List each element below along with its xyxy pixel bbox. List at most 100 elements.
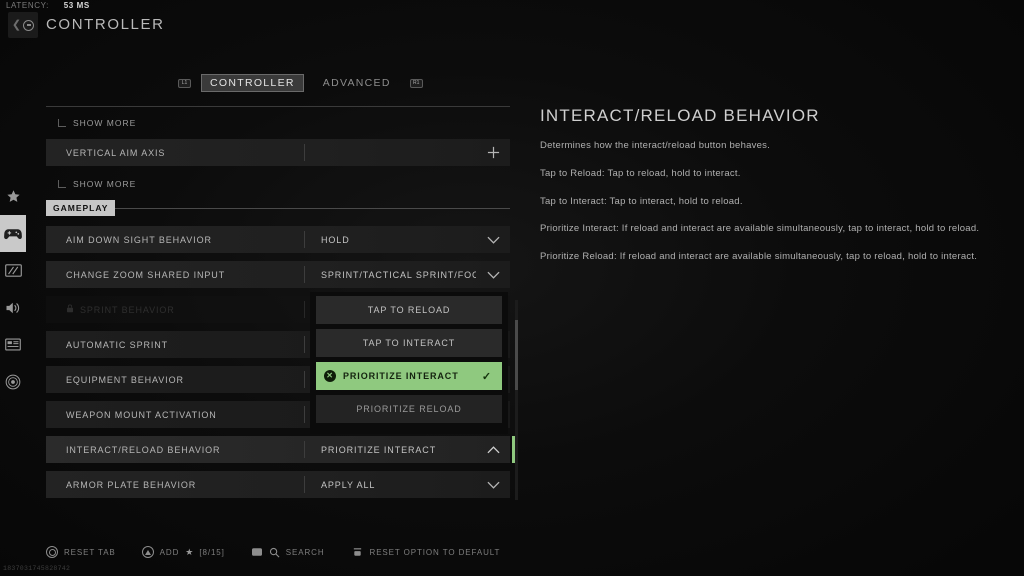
sidebar-item-favorites[interactable] <box>0 178 26 215</box>
scrollbar-thumb[interactable] <box>515 320 518 390</box>
plus-icon[interactable] <box>476 146 510 159</box>
setting-label: VERTICAL AIM AXIS <box>66 147 166 158</box>
info-panel: INTERACT/RELOAD BEHAVIOR Determines how … <box>540 106 992 279</box>
game-settings-screen: LATENCY: 53 MS ❮ CONTROLLER L1 CONTROLLE… <box>0 0 1024 576</box>
info-paragraph: Determines how the interact/reload butto… <box>540 140 771 151</box>
circle-button-icon <box>23 19 35 31</box>
dropdown-option-label: PRIORITIZE INTERACT <box>343 371 459 381</box>
dropdown-option-label: TAP TO RELOAD <box>367 305 451 315</box>
section-chip: GAMEPLAY <box>46 200 116 216</box>
show-more-label: SHOW MORE <box>73 118 137 128</box>
setting-label: CHANGE ZOOM SHARED INPUT <box>66 269 226 280</box>
sidebar-item-graphics[interactable] <box>0 252 26 289</box>
latency-label: LATENCY: <box>6 1 49 10</box>
accessibility-icon <box>5 374 21 389</box>
sidebar-item-accessibility[interactable] <box>0 363 26 400</box>
tab-bar: L1 CONTROLLER ADVANCED R1 <box>178 74 423 92</box>
setting-value: APPLY ALL <box>321 479 376 490</box>
sidebar-item-interface[interactable] <box>0 326 26 363</box>
dropdown-menu: TAP TO RELOAD TAP TO INTERACT ✕ PRIORITI… <box>310 292 508 434</box>
reset-option-label: RESET OPTION TO DEFAULT <box>369 547 501 557</box>
display-icon <box>4 264 22 277</box>
add-count: [8/15] <box>199 547 225 557</box>
setting-label: SPRINT BEHAVIOR <box>46 304 304 315</box>
reset-tab-button[interactable]: RESET TAB <box>46 546 116 558</box>
setting-label: INTERACT/RELOAD BEHAVIOR <box>66 444 221 455</box>
chevron-up-icon[interactable] <box>476 445 510 454</box>
row-divider <box>304 336 305 353</box>
star-icon <box>6 190 20 202</box>
chevron-down-icon[interactable] <box>476 236 510 244</box>
row-divider <box>304 144 305 161</box>
search-button[interactable]: SEARCH <box>251 547 325 558</box>
section-rule <box>115 207 510 209</box>
list-top-divider <box>46 106 510 107</box>
page-title: CONTROLLER <box>46 16 165 33</box>
search-label: SEARCH <box>285 547 325 557</box>
lock-icon <box>67 304 73 313</box>
dropdown-option-prioritize-interact[interactable]: ✕ PRIORITIZE INTERACT ✓ <box>316 362 502 390</box>
right-bumper-icon: R1 <box>409 78 423 88</box>
setting-label: AUTOMATIC SPRINT <box>66 339 169 350</box>
show-more-2[interactable]: SHOW MORE <box>46 174 510 194</box>
sidebar-item-audio[interactable] <box>0 289 26 326</box>
setting-label-text: SPRINT BEHAVIOR <box>80 305 175 315</box>
elbow-icon <box>58 180 66 188</box>
chevron-down-icon[interactable] <box>476 271 510 279</box>
sidebar-item-controller[interactable] <box>0 215 26 252</box>
category-rail <box>0 178 26 400</box>
dropdown-option-label: TAP TO INTERACT <box>362 338 456 348</box>
setting-label: WEAPON MOUNT ACTIVATION <box>66 409 217 420</box>
info-paragraph: Tap to Interact: Tap to interact, hold t… <box>540 195 743 207</box>
tab-advanced[interactable]: ADVANCED <box>314 74 400 92</box>
info-paragraph: Prioritize Interact: If reload and inter… <box>540 223 980 235</box>
star-icon: ★ <box>185 546 194 557</box>
gamepad-icon <box>4 229 22 240</box>
chevron-left-icon: ❮ <box>11 18 22 31</box>
info-paragraph: Prioritize Reload: If reload and interac… <box>540 251 978 263</box>
setting-value: PRIORITIZE INTERACT <box>321 444 437 455</box>
table-row[interactable]: AIM DOWN SIGHT BEHAVIOR HOLD <box>46 226 510 253</box>
setting-label: ARMOR PLATE BEHAVIOR <box>66 479 197 490</box>
list-scrollbar[interactable] <box>515 300 518 500</box>
table-row-selected[interactable]: INTERACT/RELOAD BEHAVIOR PRIORITIZE INTE… <box>46 436 517 463</box>
dropdown-option-tap-to-interact[interactable]: TAP TO INTERACT <box>316 329 502 357</box>
circle-button-icon <box>46 546 58 558</box>
watermark: 1837031745828742 <box>3 565 71 572</box>
dropdown-option-tap-to-reload[interactable]: TAP TO RELOAD <box>316 296 502 324</box>
search-icon <box>269 547 280 557</box>
triangle-button-icon <box>141 546 154 558</box>
chevron-down-icon[interactable] <box>476 481 510 489</box>
tab-controller[interactable]: CONTROLLER <box>201 74 304 92</box>
row-divider <box>304 301 305 318</box>
table-row[interactable]: CHANGE ZOOM SHARED INPUT SPRINT/TACTICAL… <box>46 261 510 288</box>
dpad-down-icon <box>353 547 361 556</box>
add-label: ADD <box>159 547 180 557</box>
dropdown-option-prioritize-reload[interactable]: PRIORITIZE RELOAD <box>316 395 502 423</box>
dropdown-option-label: PRIORITIZE RELOAD <box>356 404 462 414</box>
section-header-gameplay: GAMEPLAY <box>46 200 510 216</box>
setting-value: HOLD <box>321 234 350 245</box>
add-favorite-button[interactable]: ADD ★ [8/15] <box>141 546 225 558</box>
table-row[interactable]: ARMOR PLATE BEHAVIOR APPLY ALL <box>46 471 510 498</box>
info-title: INTERACT/RELOAD BEHAVIOR <box>540 106 820 125</box>
x-button-icon: ✕ <box>324 370 336 382</box>
interface-icon <box>5 338 21 351</box>
check-icon: ✓ <box>481 370 492 383</box>
show-more-1[interactable]: SHOW MORE <box>46 113 510 133</box>
setting-value: SPRINT/TACTICAL SPRINT/FOCUS <box>321 269 476 280</box>
setting-label: AIM DOWN SIGHT BEHAVIOR <box>66 234 212 245</box>
touchpad-icon <box>251 548 262 556</box>
latency-indicator: LATENCY: 53 MS <box>6 1 90 10</box>
show-more-label: SHOW MORE <box>73 179 137 189</box>
table-row[interactable]: VERTICAL AIM AXIS <box>46 139 510 166</box>
row-divider <box>304 371 305 388</box>
latency-value: 53 MS <box>63 1 90 10</box>
info-paragraph: Tap to Reload: Tap to reload, hold to in… <box>540 167 741 179</box>
row-divider <box>304 406 305 423</box>
reset-option-button[interactable]: RESET OPTION TO DEFAULT <box>351 547 501 558</box>
elbow-icon <box>58 119 66 127</box>
bottom-action-bar: RESET TAB ADD ★ [8/15] SEARCH RESET OPTI… <box>46 546 500 558</box>
back-button[interactable]: ❮ <box>8 12 38 38</box>
speaker-icon <box>6 302 19 313</box>
